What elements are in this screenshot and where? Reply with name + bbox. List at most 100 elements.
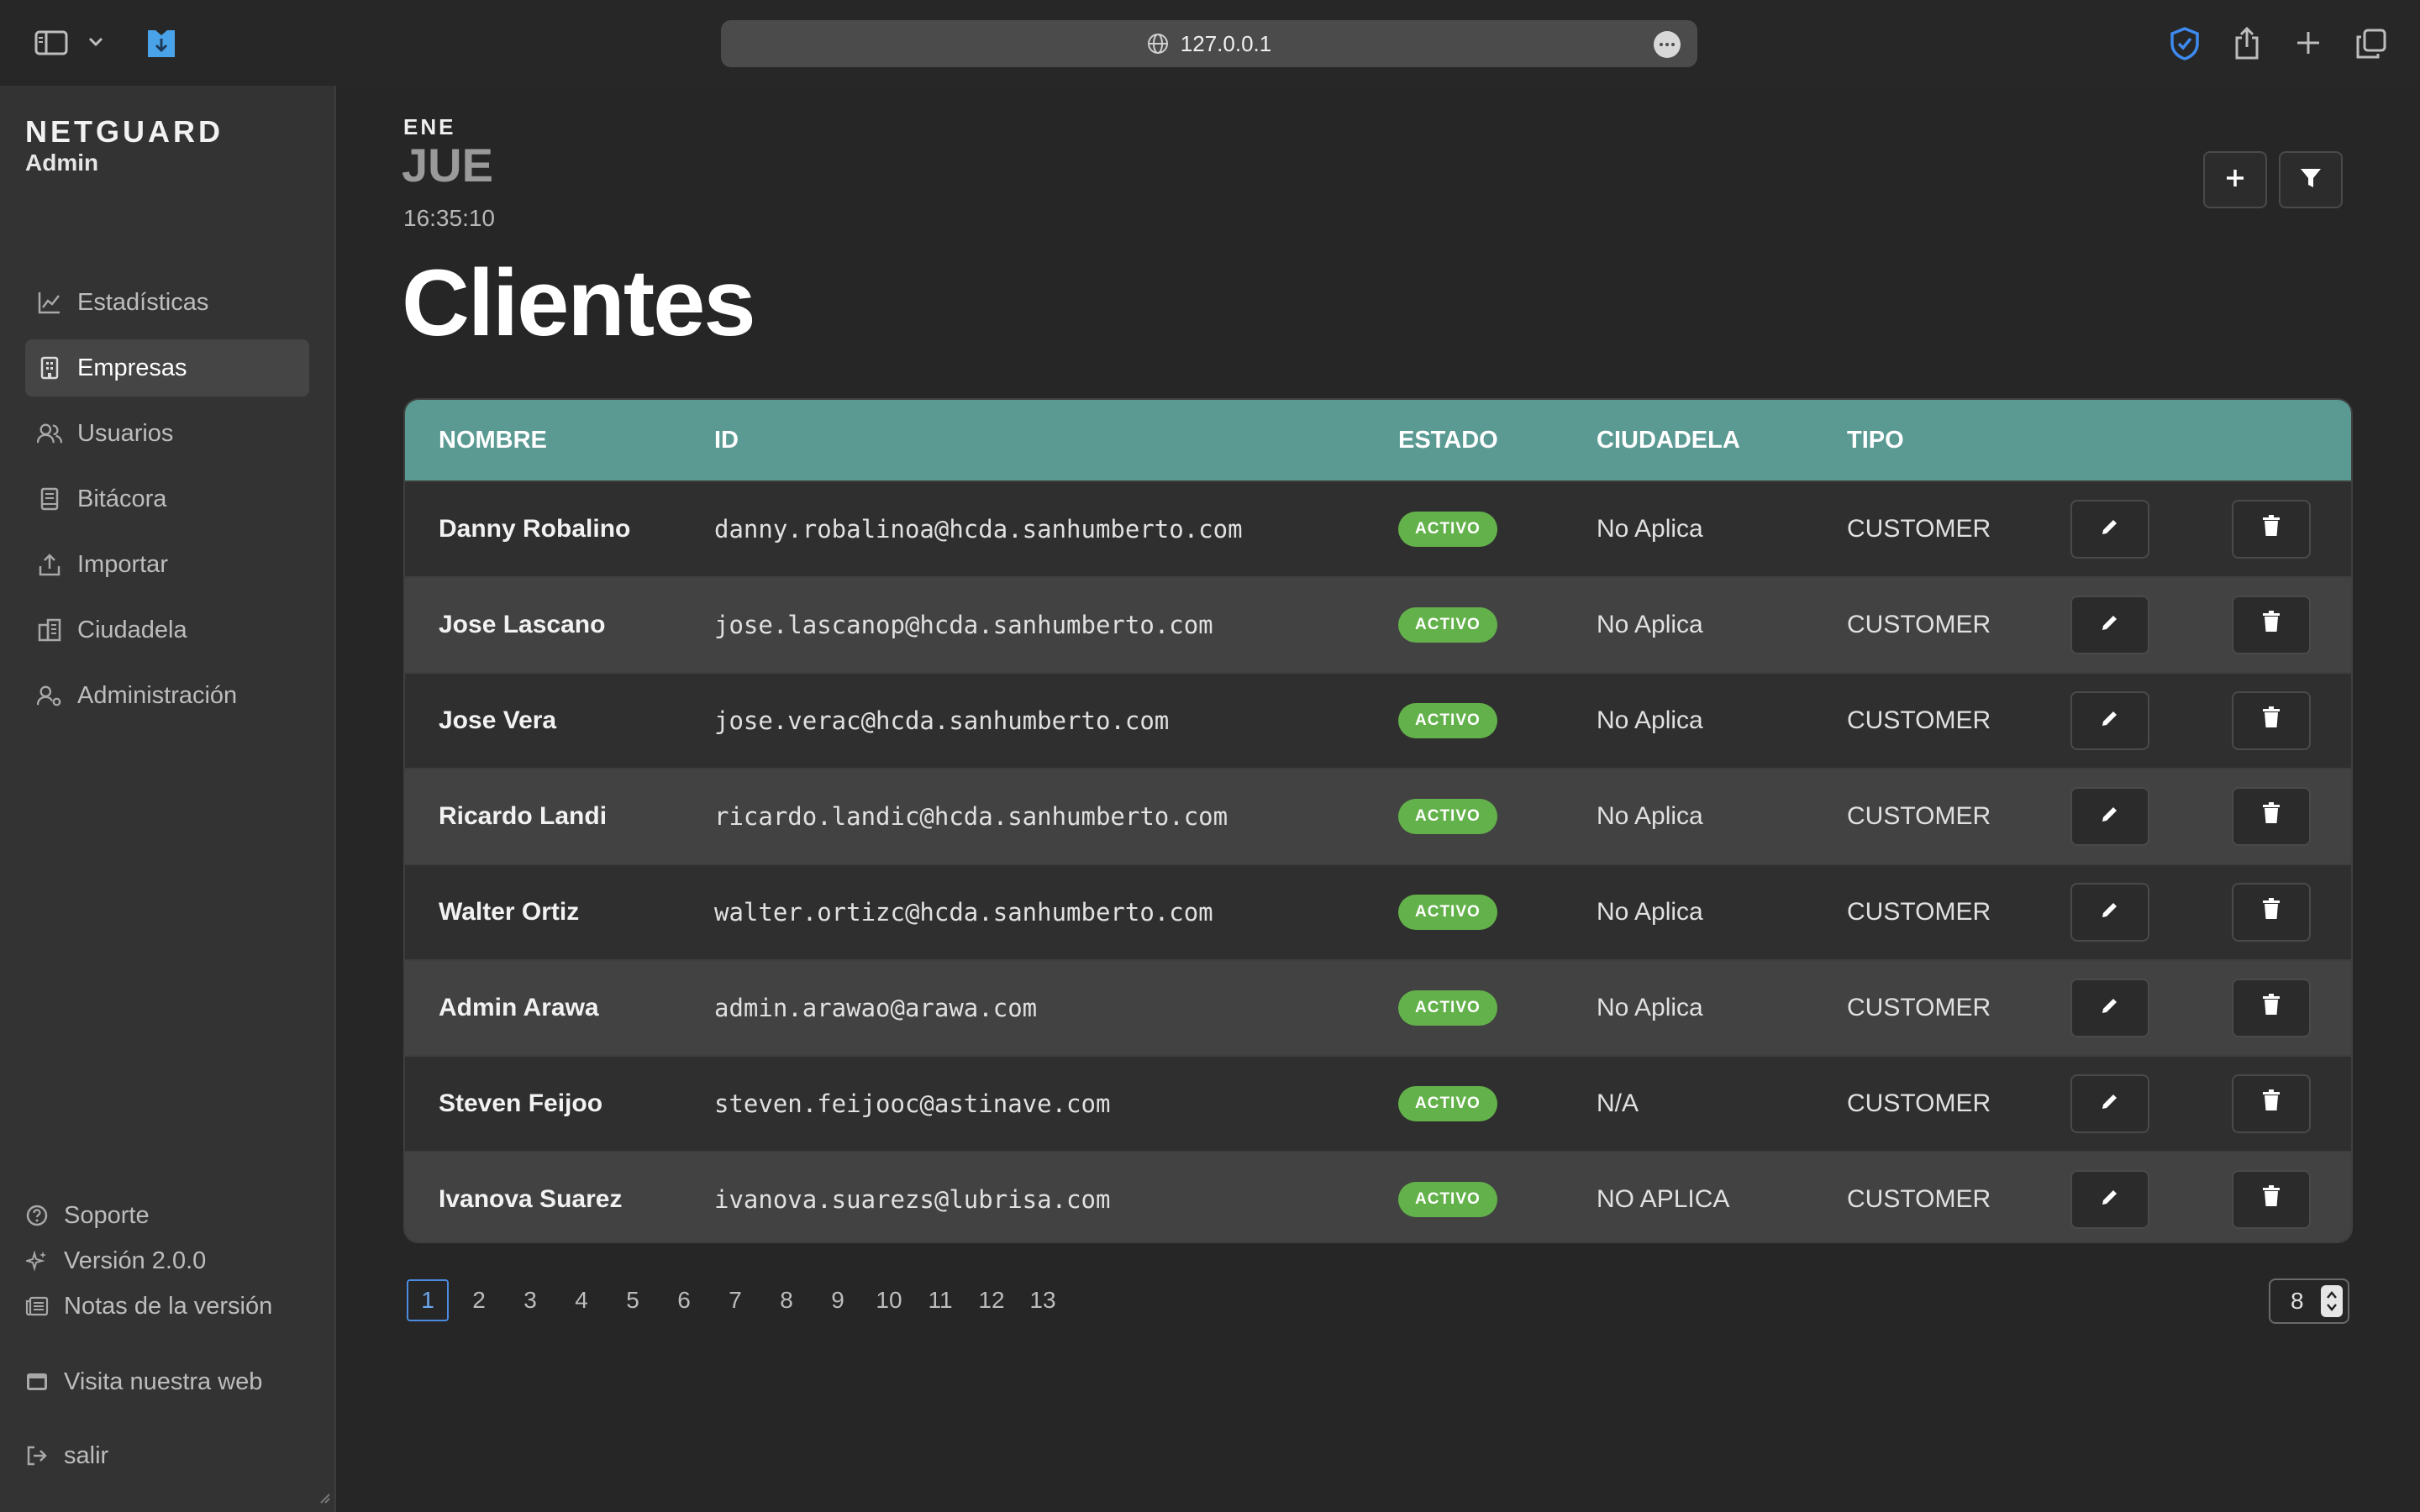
edit-button[interactable] — [2070, 1170, 2149, 1229]
page-button-11[interactable]: 11 — [919, 1279, 961, 1321]
edit-button[interactable] — [2070, 691, 2149, 750]
table-row: Jose Vera jose.verac@hcda.sanhumberto.com… — [405, 672, 2351, 768]
column-header-ciudadela[interactable]: CIUDADELA — [1597, 427, 1740, 454]
status-cell: ACTIVO — [1398, 482, 1497, 576]
client-name: Jose Lascano — [439, 611, 606, 638]
column-header-id[interactable]: ID — [714, 427, 739, 454]
client-id: danny.robalinoa@hcda.sanhumberto.com — [714, 515, 1243, 543]
column-header-tipo[interactable]: TIPO — [1847, 427, 1904, 454]
table-row: Walter Ortiz walter.ortizc@hcda.sanhumber… — [405, 864, 2351, 959]
page-button-13[interactable]: 13 — [1022, 1279, 1064, 1321]
logout-link[interactable]: salir — [25, 1433, 311, 1478]
status-badge: ACTIVO — [1398, 703, 1497, 738]
resize-grip-icon[interactable] — [318, 1491, 331, 1509]
edit-button[interactable] — [2070, 787, 2149, 846]
chevron-down-icon[interactable] — [86, 32, 106, 52]
status-cell: ACTIVO — [1398, 578, 1497, 672]
delete-button[interactable] — [2232, 596, 2311, 654]
pencil-icon — [2100, 706, 2120, 735]
page-button-5[interactable]: 5 — [612, 1279, 654, 1321]
trash-icon — [2262, 611, 2281, 639]
upload-icon — [37, 552, 62, 577]
release-notes-link[interactable]: Notas de la versión — [25, 1284, 311, 1329]
version-link[interactable]: Versión 2.0.0 — [25, 1238, 311, 1284]
sidebar-item-administracion[interactable]: Administración — [25, 667, 309, 724]
filter-button[interactable] — [2279, 151, 2343, 208]
sidebar: NETGUARD Admin Estadísticas Empresas Usu… — [0, 86, 336, 1512]
version-label: Versión 2.0.0 — [64, 1247, 207, 1274]
users-icon — [37, 421, 62, 446]
share-icon[interactable] — [2230, 24, 2264, 62]
website-link[interactable]: Visita nuestra web — [25, 1359, 311, 1404]
stepper-arrows-icon[interactable] — [2321, 1285, 2343, 1317]
page-button-2[interactable]: 2 — [458, 1279, 500, 1321]
client-id: ricardo.landic@hcda.sanhumberto.com — [714, 802, 1228, 831]
sidebar-item-ciudadela[interactable]: Ciudadela — [25, 601, 309, 659]
delete-button[interactable] — [2232, 1170, 2311, 1229]
date-day: JUE — [402, 139, 493, 192]
more-options-icon[interactable] — [1654, 31, 1681, 58]
sidebar-item-bitacora[interactable]: Bitácora — [25, 470, 309, 528]
sidebar-item-estadisticas[interactable]: Estadísticas — [25, 274, 309, 331]
page-button-8[interactable]: 8 — [765, 1279, 808, 1321]
table-row: Jose Lascano jose.lascanop@hcda.sanhumber… — [405, 576, 2351, 672]
edit-button[interactable] — [2070, 500, 2149, 559]
client-id: admin.arawao@arawa.com — [714, 994, 1038, 1022]
support-link[interactable]: Soporte — [25, 1193, 311, 1238]
new-tab-icon[interactable] — [2292, 27, 2324, 59]
sidebar-item-label: Administración — [77, 681, 238, 709]
client-id: ivanova.suarezs@lubrisa.com — [714, 1185, 1111, 1214]
building-icon — [37, 355, 62, 381]
delete-button[interactable] — [2232, 500, 2311, 559]
pagination: 1 2 3 4 5 6 7 8 9 10 11 12 13 — [407, 1279, 1073, 1321]
client-type: CUSTOMER — [1847, 1185, 1991, 1213]
rows-per-page-stepper[interactable]: 8 — [2269, 1278, 2349, 1324]
privacy-shield-icon[interactable] — [2166, 25, 2203, 62]
client-ciudadela: No Aplica — [1597, 611, 1703, 638]
tab-overview-icon[interactable] — [2354, 27, 2388, 60]
delete-button[interactable] — [2232, 979, 2311, 1037]
sidebar-item-label: Bitácora — [77, 485, 167, 512]
pencil-icon — [2100, 611, 2120, 639]
sparkles-icon — [25, 1249, 49, 1273]
edit-button[interactable] — [2070, 596, 2149, 654]
edit-button[interactable] — [2070, 979, 2149, 1037]
status-cell: ACTIVO — [1398, 865, 1497, 959]
column-header-nombre[interactable]: NOMBRE — [439, 427, 547, 454]
page-button-4[interactable]: 4 — [560, 1279, 602, 1321]
delete-button[interactable] — [2232, 691, 2311, 750]
sidebar-item-usuarios[interactable]: Usuarios — [25, 405, 309, 462]
pencil-icon — [2100, 515, 2120, 543]
status-cell: ACTIVO — [1398, 1057, 1497, 1151]
status-cell: ACTIVO — [1398, 769, 1497, 864]
page-button-1[interactable]: 1 — [407, 1279, 449, 1321]
website-label: Visita nuestra web — [64, 1368, 263, 1395]
client-ciudadela: No Aplica — [1597, 706, 1703, 734]
page-button-3[interactable]: 3 — [509, 1279, 551, 1321]
page-title: Clientes — [402, 250, 756, 355]
page-button-7[interactable]: 7 — [714, 1279, 756, 1321]
client-ciudadela: NO APLICA — [1597, 1185, 1730, 1213]
support-label: Soporte — [64, 1201, 150, 1229]
sidebar-item-importar[interactable]: Importar — [25, 536, 309, 593]
trash-icon — [2262, 898, 2281, 927]
edit-button[interactable] — [2070, 1074, 2149, 1133]
sidebar-item-empresas[interactable]: Empresas — [25, 339, 309, 396]
page-button-10[interactable]: 10 — [868, 1279, 910, 1321]
page-button-12[interactable]: 12 — [971, 1279, 1013, 1321]
delete-button[interactable] — [2232, 787, 2311, 846]
sidebar-footer: Soporte Versión 2.0.0 Notas de la versió… — [25, 1193, 311, 1329]
edit-button[interactable] — [2070, 883, 2149, 942]
page-button-9[interactable]: 9 — [817, 1279, 859, 1321]
pencil-icon — [2100, 802, 2120, 831]
pencil-icon — [2100, 994, 2120, 1022]
address-bar[interactable]: 127.0.0.1 — [721, 20, 1697, 67]
column-header-estado[interactable]: ESTADO — [1398, 427, 1498, 454]
add-client-button[interactable] — [2203, 151, 2267, 208]
delete-button[interactable] — [2232, 1074, 2311, 1133]
client-name: Steven Feijoo — [439, 1089, 603, 1117]
sidebar-toggle-icon[interactable] — [32, 29, 71, 57]
extension-shield-icon[interactable] — [143, 25, 180, 62]
delete-button[interactable] — [2232, 883, 2311, 942]
page-button-6[interactable]: 6 — [663, 1279, 705, 1321]
